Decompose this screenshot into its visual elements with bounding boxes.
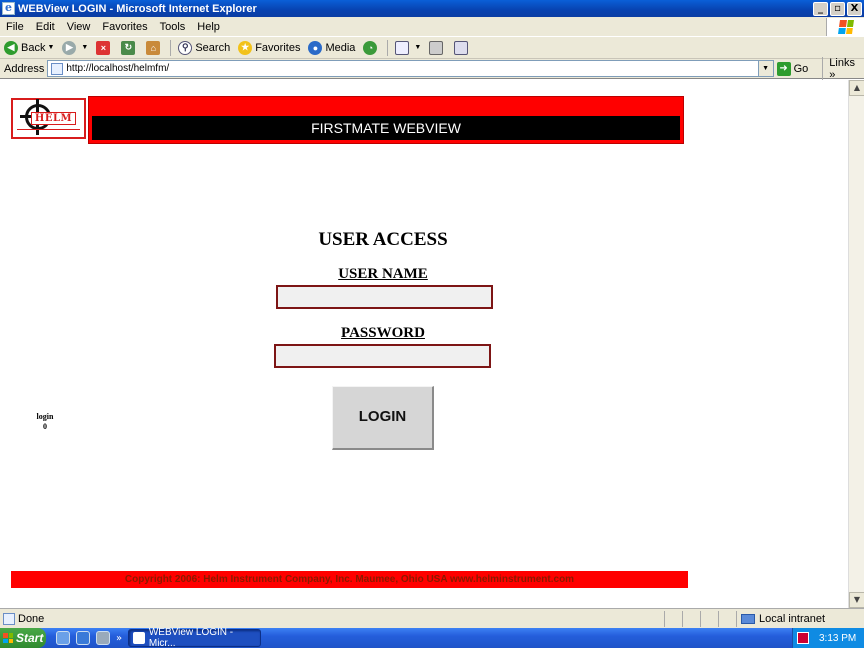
banner-title: FIRSTMATE WEBVIEW [92,116,680,140]
window-title: WEBView LOGIN - Microsoft Internet Explo… [18,2,257,15]
logo-text: HELM [30,112,77,125]
quick-launch: » [56,631,128,645]
address-url[interactable]: http://localhost/helmfm/ [66,63,757,74]
username-input[interactable] [276,285,493,309]
ie-app-icon [2,1,15,15]
helm-logo: HELM [11,98,86,139]
debug-value: 0 [43,422,47,431]
back-dropdown-icon[interactable]: ▼ [47,44,54,51]
refresh-icon: ↻ [121,40,136,55]
media-label: Media [325,41,356,54]
ie-task-icon [133,632,145,644]
intranet-icon [741,613,755,624]
forward-button[interactable]: ▶ ▼ [58,38,92,58]
standard-toolbar: ◀ Back ▼ ▶ ▼ × ↻ ⌂ ⚲ Search ★ Favorites … [0,37,864,59]
start-label: Start [16,631,44,645]
forward-arrow-icon: ▶ [62,40,77,55]
menu-bar: File Edit View Favorites Tools Help [0,17,864,37]
stop-button[interactable]: × [92,38,117,58]
history-icon: ◔ [363,40,378,55]
header-banner: FIRSTMATE WEBVIEW [88,96,684,144]
address-input[interactable]: http://localhost/helmfm/ ▼ [47,60,774,77]
search-label: Search [195,41,231,54]
zone-label: Local intranet [759,612,826,625]
go-button[interactable]: ➜ Go [776,61,809,76]
messenger-icon[interactable] [96,631,110,645]
mail-dropdown-icon[interactable]: ▼ [414,44,421,51]
forward-dropdown-icon[interactable]: ▼ [81,44,88,51]
login-button[interactable]: LOGIN [332,386,434,450]
menu-help[interactable]: Help [191,21,226,33]
back-label: Back [21,41,46,54]
taskbar: Start » WEBView LOGIN - Micr... 3:13 PM [0,627,864,648]
back-button[interactable]: ◀ Back ▼ [0,38,58,58]
close-button[interactable]: X [847,1,862,16]
menu-edit[interactable]: Edit [30,21,61,33]
favorites-button[interactable]: ★ Favorites [234,38,304,58]
favorites-label: Favorites [255,41,301,54]
go-label: Go [793,62,809,75]
favorites-star-icon: ★ [238,40,253,55]
links-label: Links [829,56,855,69]
copyright-footer: Copyright 2006: Helm Instrument Company,… [11,571,688,588]
quick-launch-more-icon[interactable]: » [116,633,122,644]
login-debug-counter: login 0 [30,412,60,432]
status-bar: Done Local intranet [0,608,864,628]
history-button[interactable]: ◔ [359,38,384,58]
address-dropdown-icon[interactable]: ▼ [757,61,773,76]
security-zone: Local intranet [736,610,864,627]
edit-button[interactable] [450,38,475,58]
username-label: USER NAME [338,266,428,282]
stop-icon: × [96,40,111,55]
task-label: WEBView LOGIN - Micr... [148,627,234,648]
page-title: USER ACCESS [318,229,448,250]
links-button[interactable]: Links » [822,56,864,81]
scroll-down-icon[interactable]: ▼ [849,592,864,608]
menu-view[interactable]: View [61,21,97,33]
network-icon[interactable] [797,632,809,644]
clock: 3:13 PM [819,632,857,644]
password-input[interactable] [274,344,491,368]
start-button[interactable]: Start [0,628,46,648]
home-icon: ⌂ [146,40,161,55]
print-button[interactable] [425,38,450,58]
taskbar-window-button[interactable]: WEBView LOGIN - Micr... [128,627,262,648]
windows-logo-icon [826,17,864,36]
scroll-up-icon[interactable]: ▲ [849,80,864,96]
show-desktop-icon[interactable] [56,631,70,645]
minimize-button[interactable]: _ [813,1,828,16]
menu-file[interactable]: File [0,21,30,33]
menu-tools[interactable]: Tools [154,21,192,33]
media-button[interactable]: ● Media [304,38,359,58]
address-bar: Address http://localhost/helmfm/ ▼ ➜ Go … [0,56,864,81]
search-icon: ⚲ [178,40,193,55]
refresh-button[interactable]: ↻ [117,38,142,58]
restore-button[interactable]: ▫ [830,1,845,16]
password-label: PASSWORD [341,325,425,341]
vertical-scrollbar[interactable]: ▲ ▼ [848,80,864,608]
home-button[interactable]: ⌂ [142,38,167,58]
page-viewport: HELM FIRSTMATE WEBVIEW USER ACCESS USER … [0,80,848,608]
menu-favorites[interactable]: Favorites [96,21,153,33]
edit-page-icon [454,40,469,55]
search-button[interactable]: ⚲ Search [174,38,234,58]
page-done-icon [3,612,15,625]
address-label: Address [4,62,45,75]
status-text: Done [18,612,45,625]
print-icon [429,40,444,55]
mail-button[interactable]: ▼ [391,38,425,58]
media-globe-icon: ● [308,40,323,55]
back-arrow-icon: ◀ [4,40,18,55]
windows-flag-icon [3,633,13,643]
go-arrow-icon: ➜ [776,61,791,76]
page-icon [51,62,64,75]
ie-quicklaunch-icon[interactable] [76,631,90,645]
system-tray: 3:13 PM [792,628,864,648]
window-title-bar[interactable]: WEBView LOGIN - Microsoft Internet Explo… [0,0,864,17]
debug-label: login [36,412,54,421]
mail-icon [395,40,410,55]
